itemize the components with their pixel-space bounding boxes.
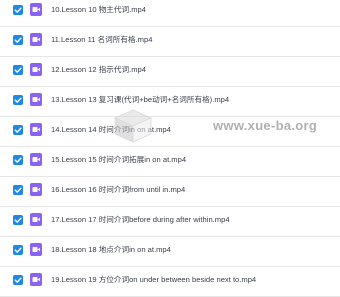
video-file-icon	[30, 273, 42, 286]
file-name[interactable]: 18.Lesson 18 地点介词in on at.mp4	[51, 244, 171, 256]
checkmark-icon	[14, 7, 22, 13]
video-file-icon	[30, 93, 42, 106]
checkmark-icon	[14, 217, 22, 223]
file-row[interactable]: 13.Lesson 13 复习课(代词+be动词+名词所有格).mp4	[0, 87, 340, 117]
video-file-icon	[30, 3, 42, 16]
video-file-icon	[30, 213, 42, 226]
file-row[interactable]: 19.Lesson 19 方位介词on under between beside…	[0, 267, 340, 297]
checkbox[interactable]	[13, 275, 23, 285]
video-file-icon	[30, 243, 42, 256]
file-row[interactable]: 15.Lesson 15 时间介词拓展in on at.mp4	[0, 147, 340, 177]
video-file-icon	[30, 153, 42, 166]
checkmark-icon	[14, 37, 22, 43]
file-name[interactable]: 16.Lesson 16 时间介词from until in.mp4	[51, 184, 185, 196]
checkmark-icon	[14, 67, 22, 73]
file-name[interactable]: 14.Lesson 14 时间介词in on at.mp4	[51, 124, 171, 136]
checkbox[interactable]	[13, 35, 23, 45]
file-row[interactable]: 12.Lesson 12 指示代词.mp4	[0, 57, 340, 87]
checkmark-icon	[14, 187, 22, 193]
file-name[interactable]: 15.Lesson 15 时间介词拓展in on at.mp4	[51, 154, 186, 166]
checkmark-icon	[14, 127, 22, 133]
checkbox[interactable]	[13, 125, 23, 135]
file-list: 10.Lesson 10 物主代词.mp4 11.Lesson 11 名词所有格…	[0, 0, 340, 297]
file-row[interactable]: 10.Lesson 10 物主代词.mp4	[0, 0, 340, 27]
file-name[interactable]: 19.Lesson 19 方位介词on under between beside…	[51, 274, 256, 286]
file-name[interactable]: 11.Lesson 11 名词所有格.mp4	[51, 34, 152, 46]
checkbox[interactable]	[13, 155, 23, 165]
file-row[interactable]: 16.Lesson 16 时间介词from until in.mp4	[0, 177, 340, 207]
checkmark-icon	[14, 157, 22, 163]
checkbox[interactable]	[13, 95, 23, 105]
checkmark-icon	[14, 247, 22, 253]
checkbox[interactable]	[13, 65, 23, 75]
checkmark-icon	[14, 277, 22, 283]
file-name[interactable]: 17.Lesson 17 时间介词before during after wit…	[51, 214, 230, 226]
file-name[interactable]: 12.Lesson 12 指示代词.mp4	[51, 64, 146, 76]
file-row[interactable]: 17.Lesson 17 时间介词before during after wit…	[0, 207, 340, 237]
checkmark-icon	[14, 97, 22, 103]
checkbox[interactable]	[13, 245, 23, 255]
checkbox[interactable]	[13, 185, 23, 195]
checkbox[interactable]	[13, 5, 23, 15]
video-file-icon	[30, 63, 42, 76]
file-name[interactable]: 10.Lesson 10 物主代词.mp4	[51, 4, 146, 16]
video-file-icon	[30, 183, 42, 196]
file-row[interactable]: 11.Lesson 11 名词所有格.mp4	[0, 27, 340, 57]
file-row[interactable]: 14.Lesson 14 时间介词in on at.mp4	[0, 117, 340, 147]
video-file-icon	[30, 123, 42, 136]
file-row[interactable]: 18.Lesson 18 地点介词in on at.mp4	[0, 237, 340, 267]
file-name[interactable]: 13.Lesson 13 复习课(代词+be动词+名词所有格).mp4	[51, 94, 229, 106]
video-file-icon	[30, 33, 42, 46]
checkbox[interactable]	[13, 215, 23, 225]
